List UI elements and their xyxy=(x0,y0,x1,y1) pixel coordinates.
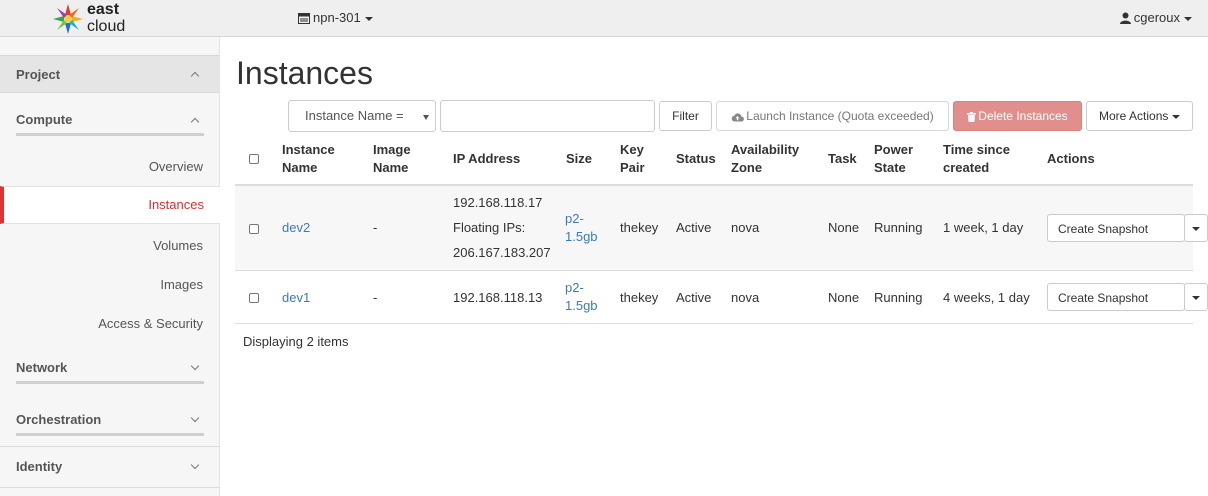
logo-starburst-icon xyxy=(53,4,83,34)
select-all-checkbox[interactable] xyxy=(249,154,259,164)
create-snapshot-button[interactable]: Create Snapshot xyxy=(1047,214,1185,242)
ip-address-cell: 192.168.118.13 xyxy=(453,290,543,305)
table-header: Instance Name Image Name IP Address Size K… xyxy=(235,138,1193,186)
column-header-ip-address[interactable]: IP Address xyxy=(453,150,520,168)
divider xyxy=(0,487,219,488)
chevron-up-icon xyxy=(190,117,200,127)
sidebar-section-label: Project xyxy=(16,67,61,82)
section-underline xyxy=(16,133,204,136)
sidebar: Project Compute Overview Instances Volum… xyxy=(0,37,220,496)
status-cell: Active xyxy=(676,290,712,305)
chevron-down-icon xyxy=(190,413,200,423)
sidebar-section-label: Identity xyxy=(16,459,63,474)
cloud-upload-icon xyxy=(732,113,745,122)
floating-ip-cell: 206.167.183.207 xyxy=(453,245,551,260)
row-actions-dropdown-toggle[interactable] xyxy=(1184,214,1208,242)
time-since-created-cell: 4 weeks, 1 day xyxy=(943,290,1030,305)
table-row: dev1 - 192.168.118.13 p2- 1.5gb thekey Ac… xyxy=(235,271,1208,324)
image-name-cell: - xyxy=(373,290,378,305)
flavor-size-link[interactable]: p2- 1.5gb xyxy=(565,210,598,246)
delete-instances-button[interactable]: Delete Instances xyxy=(953,101,1082,131)
sidebar-item-access-security[interactable]: Access & Security xyxy=(98,316,203,331)
column-header-status[interactable]: Status xyxy=(676,150,716,168)
launch-instance-button[interactable]: Launch Instance (Quota exceeded) xyxy=(716,101,949,131)
project-name: npn-301 xyxy=(313,10,361,25)
create-snapshot-button[interactable]: Create Snapshot xyxy=(1047,283,1185,311)
sidebar-section-project[interactable]: Project xyxy=(0,55,219,93)
task-cell: None xyxy=(828,220,860,235)
availability-zone-cell: nova xyxy=(731,220,760,235)
sidebar-section-label: Compute xyxy=(16,112,73,127)
sidebar-section-label: Network xyxy=(16,360,68,375)
user-icon xyxy=(1119,12,1131,24)
column-header-time-since-created[interactable]: Time since created xyxy=(943,141,1010,177)
column-header-size[interactable]: Size xyxy=(566,150,592,168)
time-since-created-cell: 1 week, 1 day xyxy=(943,220,1024,235)
column-header-availability-zone[interactable]: Availability Zone xyxy=(731,141,799,177)
chevron-down-icon xyxy=(1192,296,1200,300)
power-state-cell: Running xyxy=(874,290,923,305)
task-cell: None xyxy=(828,290,860,305)
column-header-actions: Actions xyxy=(1047,151,1095,166)
sidebar-item-volumes[interactable]: Volumes xyxy=(153,238,203,253)
availability-zone-cell: nova xyxy=(731,290,760,305)
more-actions-button[interactable]: More Actions xyxy=(1086,101,1193,131)
trash-icon xyxy=(967,112,977,122)
table-row: dev2 - 192.168.118.17 Floating IPs: 206.… xyxy=(235,186,1208,271)
chevron-down-icon xyxy=(190,361,200,371)
user-menu[interactable]: cgeroux xyxy=(1119,9,1192,27)
project-selector[interactable]: npn-301 xyxy=(298,9,373,27)
row-checkbox[interactable] xyxy=(249,293,259,303)
table-footer-count: Displaying 2 items xyxy=(243,334,349,349)
floating-ips-label: Floating IPs: xyxy=(453,220,526,235)
key-pair-cell: thekey xyxy=(620,290,659,305)
sidebar-item-instances[interactable]: Instances xyxy=(0,186,220,224)
chevron-down-icon xyxy=(190,460,200,470)
column-header-key-pair[interactable]: Key Pair xyxy=(620,141,645,177)
ip-address-cell: 192.168.118.17 xyxy=(453,195,543,210)
page-title: Instances xyxy=(236,55,373,91)
divider xyxy=(0,446,219,447)
launch-instance-label: Launch Instance (Quota exceeded) xyxy=(746,109,934,123)
chevron-down-icon xyxy=(1192,227,1200,231)
section-underline xyxy=(16,381,204,384)
flavor-size-link[interactable]: p2- 1.5gb xyxy=(565,279,598,315)
sidebar-item-images[interactable]: Images xyxy=(160,277,203,292)
chevron-down-icon xyxy=(1184,16,1192,21)
more-actions-label: More Actions xyxy=(1099,109,1169,123)
project-list-icon xyxy=(298,13,310,24)
instance-name-link[interactable]: dev1 xyxy=(282,289,310,307)
filter-search-input[interactable] xyxy=(440,100,655,132)
top-navbar: east cloud npn-301 cgeroux xyxy=(0,0,1208,37)
chevron-down-icon xyxy=(1172,114,1181,119)
status-cell: Active xyxy=(676,220,712,235)
image-name-cell: - xyxy=(373,220,378,235)
select-arrow-icon xyxy=(423,115,429,120)
column-header-image-name[interactable]: Image Name xyxy=(373,141,411,177)
column-header-task[interactable]: Task xyxy=(828,150,857,168)
user-name: cgeroux xyxy=(1133,10,1180,25)
sidebar-section-label: Orchestration xyxy=(16,412,102,427)
sidebar-item-overview[interactable]: Overview xyxy=(149,159,203,174)
power-state-cell: Running xyxy=(874,220,923,235)
chevron-up-icon xyxy=(190,71,200,81)
section-underline xyxy=(16,433,204,436)
brand-word-east: east xyxy=(87,1,120,18)
row-checkbox[interactable] xyxy=(249,224,259,234)
column-header-instance-name[interactable]: Instance Name xyxy=(282,141,335,177)
sidebar-item-label: Instances xyxy=(148,197,204,212)
filter-button[interactable]: Filter xyxy=(659,101,712,131)
delete-instances-label: Delete Instances xyxy=(978,109,1068,123)
instance-name-link[interactable]: dev2 xyxy=(282,219,310,237)
key-pair-cell: thekey xyxy=(620,220,659,235)
filter-field-select[interactable]: Instance Name = xyxy=(288,100,436,132)
row-actions-dropdown-toggle[interactable] xyxy=(1184,283,1208,311)
filter-field-value: Instance Name = xyxy=(305,108,404,123)
column-header-power-state[interactable]: Power State xyxy=(874,141,913,177)
chevron-down-icon xyxy=(364,16,373,21)
brand-word-cloud: cloud xyxy=(87,18,126,35)
